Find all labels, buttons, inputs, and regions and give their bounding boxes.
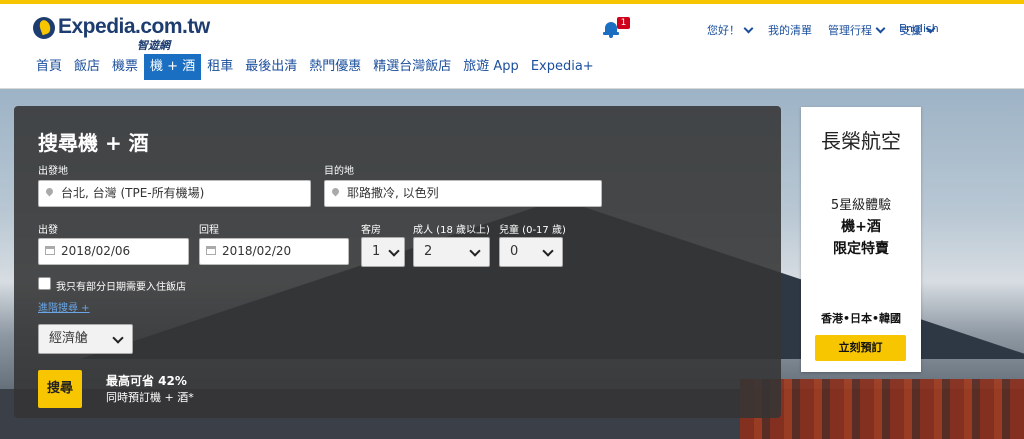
return-date-value: 2018/02/20 [222,244,292,258]
search-button[interactable]: 搜尋 [38,370,82,408]
tab-flights[interactable]: 機票 [106,54,144,80]
cabin-class-select[interactable]: 經濟艙 [38,324,133,354]
destination-label: 目的地 [324,166,354,177]
site-header: Expedia.com.tw 智遊網 1 您好！ 我的清單 管理行程 支援 En… [0,4,1024,89]
location-pin-icon [330,186,341,197]
chevron-down-icon [743,23,754,34]
chevron-down-icon [875,23,886,34]
depart-label: 出發 [38,225,58,236]
util-greeting[interactable]: 您好！ [707,22,754,38]
notification-badge: 1 [617,17,630,29]
util-my-list-label: 我的清單 [768,24,812,37]
tab-flight-hotel[interactable]: 機 + 酒 [144,54,202,80]
tab-home[interactable]: 首頁 [30,54,68,80]
origin-label: 出發地 [38,166,68,177]
depart-date-input[interactable]: 2018/02/06 [38,238,189,265]
util-my-list[interactable]: 我的清單 [768,22,812,38]
savings-headline: 最高可省 42% [106,374,187,388]
adults-value: 2 [424,244,433,259]
util-manage-trips[interactable]: 管理行程 [828,22,886,38]
cabin-class-value: 經濟艙 [49,331,89,346]
depart-date-value: 2018/02/06 [61,244,131,258]
chevron-down-icon [112,332,124,344]
chevron-down-icon [542,245,554,257]
notification-bell-icon[interactable]: 1 [603,17,630,40]
tab-hotels[interactable]: 飯店 [68,54,106,80]
advanced-search-link[interactable]: 進階搜尋 + [38,299,90,314]
brand-subtitle: 智遊網 [137,39,170,52]
expedia-logo[interactable]: Expedia.com.tw 智遊網 [33,15,210,52]
globe-logo-icon [33,17,55,39]
chevron-down-icon [388,245,400,257]
tab-travel-app[interactable]: 旅遊 App [457,54,525,80]
origin-input[interactable]: 台北, 台灣 (TPE-所有機場) [38,180,311,207]
rooms-select[interactable]: 1 [361,237,405,267]
ad-title: 長榮航空 [821,129,901,153]
return-date-input[interactable]: 2018/02/20 [199,238,349,265]
ad-destinations: 香港•日本•韓國 [820,312,902,325]
search-panel: 搜尋機 + 酒 出發地 台北, 台灣 (TPE-所有機場) 目的地 耶路撒冷, … [14,106,781,418]
language-link[interactable]: English [899,22,939,35]
main-nav: 首頁 飯店 機票 機 + 酒 租車 最後出清 熱門優惠 精選台灣飯店 旅遊 Ap… [30,54,600,80]
children-select[interactable]: 0 [499,237,563,267]
return-label: 回程 [199,225,219,236]
destination-value: 耶路撒冷, 以色列 [347,186,439,200]
tab-hot-deals[interactable]: 熱門優惠 [303,54,367,80]
chevron-down-icon [469,245,481,257]
calendar-icon [206,246,216,255]
util-manage-trips-label: 管理行程 [828,24,872,37]
ad-line-1: 5星級體驗 [830,198,892,213]
children-label: 兒童 (0-17 歲) [499,225,566,236]
autumn-trees-illustration [740,379,1024,439]
ad-line-2: 機+酒 [841,219,881,235]
tab-last-minute[interactable]: 最後出清 [239,54,303,80]
tab-car-rental[interactable]: 租車 [201,54,239,80]
origin-value: 台北, 台灣 (TPE-所有機場) [61,186,205,200]
util-greeting-label: 您好！ [707,24,740,37]
search-title: 搜尋機 + 酒 [38,131,149,155]
destination-input[interactable]: 耶路撒冷, 以色列 [324,180,602,207]
adults-select[interactable]: 2 [413,237,490,267]
rooms-value: 1 [372,244,381,259]
adults-label: 成人 (18 歲以上) [413,225,490,236]
ad-book-now-button[interactable]: 立刻預訂 [815,335,906,361]
brand-name: Expedia.com.tw [58,15,210,38]
partial-hotel-label: 我只有部分日期需要入住飯店 [56,282,186,293]
eva-air-ad[interactable]: 長榮航空 5星級體驗 機+酒 限定特賣 香港•日本•韓國 立刻預訂 [801,107,921,372]
calendar-icon [45,246,55,255]
location-pin-icon [44,186,55,197]
tab-expedia-plus[interactable]: Expedia+ [525,54,600,80]
partial-hotel-checkbox[interactable] [38,277,51,290]
savings-subline: 同時預訂機 + 酒* [106,391,194,404]
children-value: 0 [510,244,519,259]
ad-line-3: 限定特賣 [833,241,889,257]
tab-taiwan-hotels[interactable]: 精選台灣飯店 [367,54,457,80]
rooms-label: 客房 [361,225,381,236]
